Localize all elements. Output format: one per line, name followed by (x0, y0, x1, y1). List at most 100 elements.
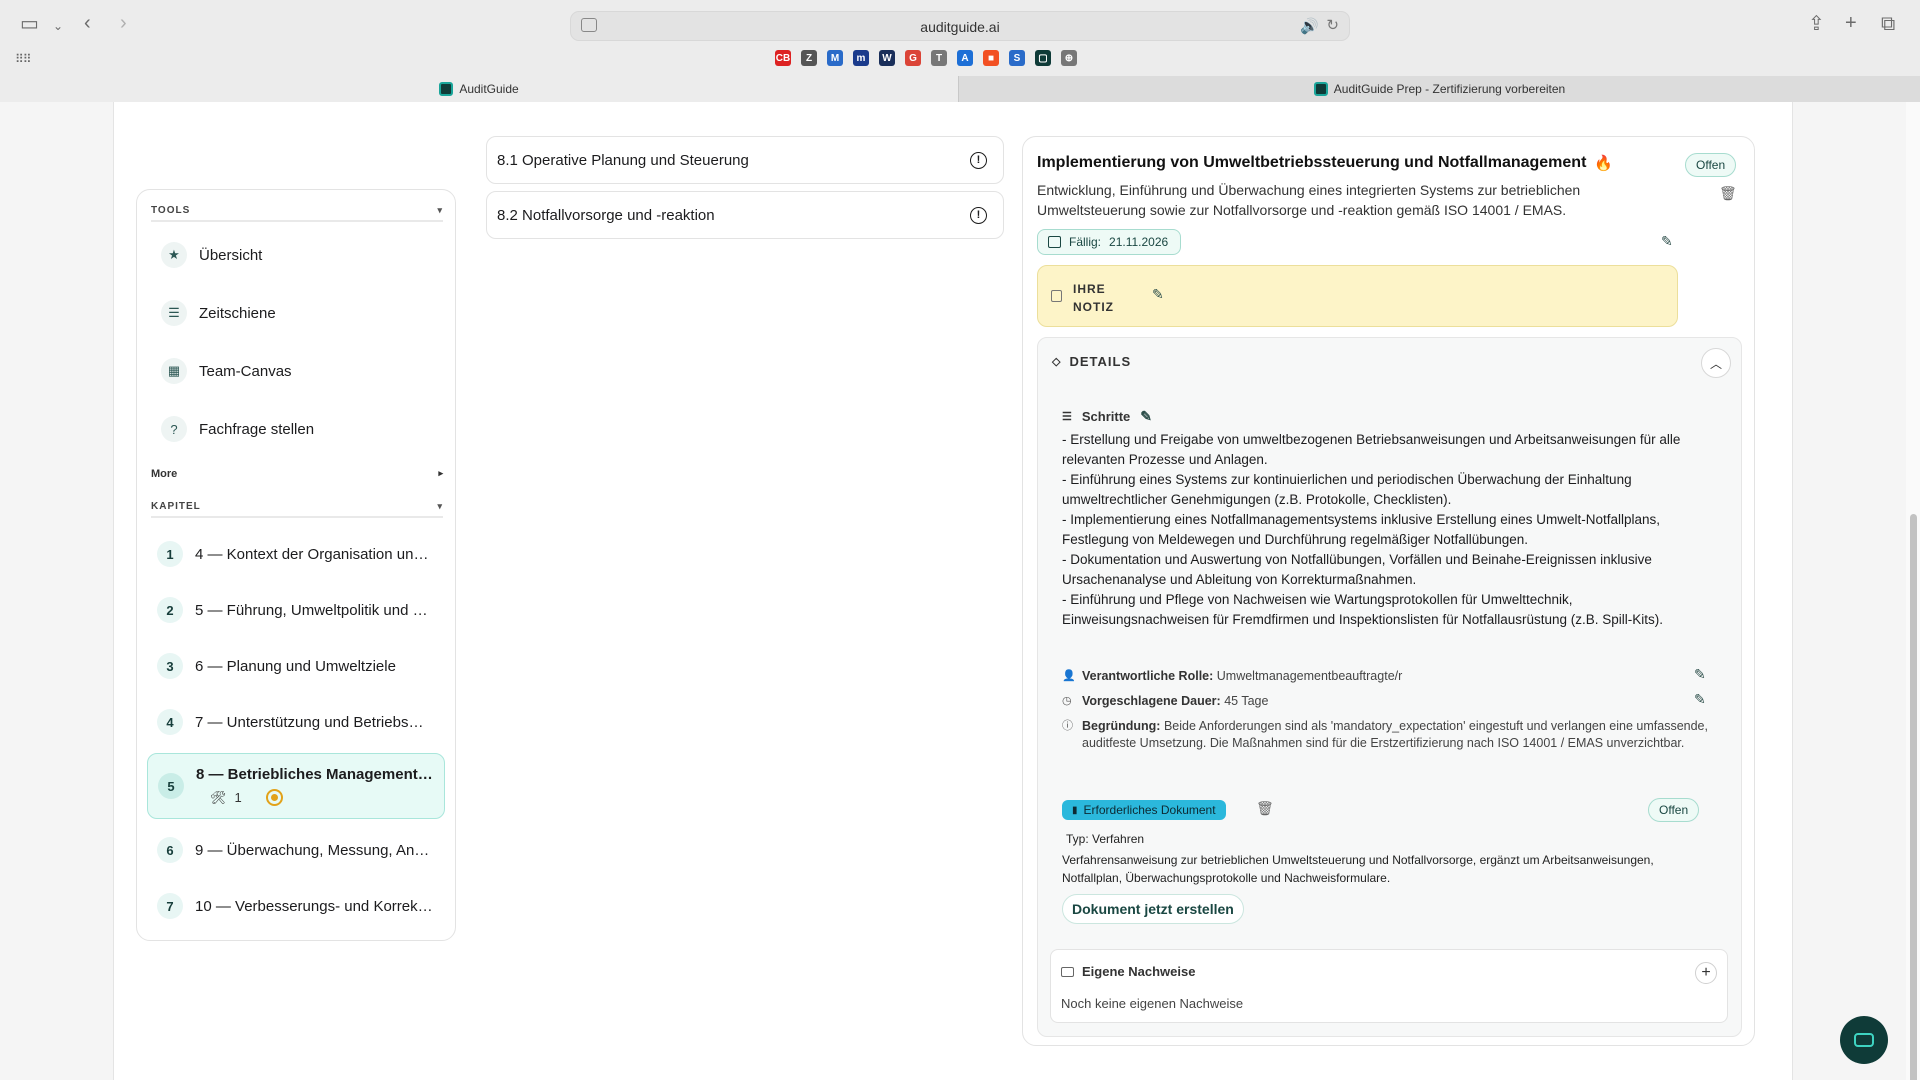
reload-icon[interactable]: ↻ (1326, 16, 1339, 34)
steps-header: ☰ Schritte ✎ (1062, 408, 1152, 425)
favorites-bar: CB Z Mm W G T A ■ S ▢ ⊕ (775, 50, 1077, 66)
calendar-icon (1048, 236, 1061, 248)
edit-pencil-icon[interactable]: ✎ (1694, 666, 1706, 683)
info-icon[interactable]: ! (970, 206, 987, 224)
url-text: auditguide.ai (920, 19, 1000, 35)
subsection-label: 8.1 Operative Planung und Steuerung (497, 151, 749, 169)
tool-team-canvas[interactable]: ▦ Team-Canvas (151, 347, 443, 395)
subsection-card[interactable]: 8.2 Notfallvorsorge und -reaktion ! (486, 191, 1004, 239)
edit-pencil-icon[interactable]: ✎ (1661, 233, 1673, 250)
chevron-down-icon[interactable]: ⌄ (53, 16, 63, 36)
tab-auditguide-prep[interactable]: AuditGuide Prep - Zertifizierung vorbere… (958, 76, 1920, 102)
chapter-label: 6 — Planung und Umweltziele (195, 657, 396, 675)
a-icon[interactable]: A (957, 50, 973, 66)
m-icon[interactable]: M (827, 50, 843, 66)
role-label: Verantwortliche Rolle: (1082, 669, 1214, 683)
trash-icon[interactable]: 🗑 (1256, 800, 1274, 817)
chapters-section-header[interactable]: KAPITEL ▾ (151, 496, 443, 518)
doc-status-badge[interactable]: Offen (1648, 798, 1700, 822)
chapter-item[interactable]: 4 7 — Unterstützung und Betriebsmit... (147, 697, 445, 747)
forward-icon[interactable]: › (120, 13, 127, 33)
sidebar: TOOLS ▾ ★ Übersicht ☰ Zeitschiene ▦ Team… (136, 189, 456, 941)
caret-right-icon: ▸ (438, 468, 443, 478)
caret-down-icon[interactable]: ▾ (437, 501, 443, 512)
measure-description: Entwicklung, Einführung und Überwachung … (1037, 182, 1581, 218)
info-circle-icon: ⓘ (1062, 720, 1073, 732)
edit-pencil-icon[interactable]: ✎ (1152, 286, 1164, 303)
collapse-chevron-icon[interactable]: ︿ (1701, 348, 1731, 378)
reason-value: Beide Anforderungen sind als 'mandatory_… (1082, 719, 1708, 750)
sidebar-toggle-icon[interactable]: ▭ (20, 14, 39, 34)
chapter-number: 1 (157, 541, 183, 567)
details-header-label: DETAILS (1069, 354, 1132, 369)
edit-pencil-icon[interactable]: ✎ (1694, 691, 1706, 708)
share-icon[interactable]: ⇪ (1808, 14, 1825, 34)
auditguide-favicon-icon (1313, 82, 1328, 96)
w-icon[interactable]: W (879, 50, 895, 66)
globe-icon[interactable]: ⊕ (1061, 50, 1077, 66)
info-icon[interactable]: ! (970, 151, 987, 169)
note-box[interactable]: IHRE NOTIZ ✎ (1037, 265, 1678, 327)
tool-overview[interactable]: ★ Übersicht (151, 231, 443, 279)
more-toggle[interactable]: More ▸ (151, 468, 443, 480)
subsection-card[interactable]: 8.1 Operative Planung und Steuerung ! (486, 136, 1004, 184)
tool-ask-question[interactable]: ? Fachfrage stellen (151, 405, 443, 453)
chapter-item-active[interactable]: 5 8 — Betriebliches Management un... 🛠 1 (147, 753, 445, 819)
new-tab-icon[interactable]: + (1845, 13, 1857, 33)
apps-grid-icon[interactable]: ⠿⠿ (15, 52, 32, 66)
ag-icon[interactable]: ▢ (1035, 50, 1051, 66)
create-document-button[interactable]: Dokument jetzt erstellen (1062, 894, 1244, 924)
tab-auditguide[interactable]: AuditGuide (0, 76, 958, 102)
due-date-badge[interactable]: Fällig: 21.11.2026 (1037, 229, 1182, 255)
reason-row: ⓘ Begründung: Beide Anforderungen sind a… (1062, 718, 1712, 752)
chapter-number: 2 (157, 597, 183, 623)
chapter-number: 4 (157, 709, 183, 735)
chat-button[interactable] (1840, 1016, 1888, 1064)
back-icon[interactable]: ‹ (84, 13, 91, 33)
measure-title-row: Implementierung von Umweltbetriebssteuer… (1037, 154, 1613, 172)
edit-pencil-icon[interactable]: ✎ (1140, 408, 1152, 425)
auditguide-favicon-icon (439, 82, 454, 96)
tools-count: 1 (234, 790, 242, 805)
doc-description: Verfahrensanweisung zur betrieblichen Um… (1062, 853, 1654, 885)
steps-icon: ☰ (1062, 411, 1072, 423)
reason-label: Begründung: (1082, 719, 1161, 733)
tab-overview-icon[interactable]: ⧉ (1881, 14, 1895, 34)
status-badge[interactable]: Offen (1685, 153, 1737, 177)
more-label: More (151, 468, 178, 480)
trash-icon[interactable]: 🗑 (1719, 185, 1737, 202)
browser-chrome: ▭ ⌄ ‹ › auditguide.ai 🔊 ↻ ⇪ + ⧉ ⠿⠿ CB Z Mm… (0, 0, 1920, 102)
audio-icon[interactable]: 🔊 (1300, 17, 1319, 35)
t-icon[interactable]: T (931, 50, 947, 66)
duration-label: Vorgeschlagene Dauer: (1082, 694, 1221, 708)
cb-icon[interactable]: CB (775, 50, 791, 66)
measure-detail-card: Implementierung von Umweltbetriebssteuer… (1022, 136, 1755, 1046)
expand-icon: ◇ (1052, 356, 1062, 368)
duration-row: ◷ Vorgeschlagene Dauer: 45 Tage (1062, 693, 1712, 710)
chapter-label: 4 — Kontext der Organisation und ... (195, 545, 433, 563)
caret-down-icon[interactable]: ▾ (437, 205, 443, 216)
tools-section-header[interactable]: TOOLS ▾ (151, 200, 443, 222)
google-icon[interactable]: G (905, 50, 921, 66)
ms-icon[interactable]: ■ (983, 50, 999, 66)
tool-label: Team-Canvas (199, 362, 292, 380)
chapter-item[interactable]: 2 5 — Führung, Umweltpolitik und Ve... (147, 585, 445, 635)
z-icon[interactable]: Z (801, 50, 817, 66)
chapter-item[interactable]: 7 10 — Verbesserungs- und Korrektu... (147, 881, 445, 931)
chapters-header-label: KAPITEL (151, 500, 201, 512)
address-bar[interactable]: auditguide.ai 🔊 ↻ (570, 11, 1350, 41)
m2-icon[interactable]: m (853, 50, 869, 66)
tool-timeline[interactable]: ☰ Zeitschiene (151, 289, 443, 337)
s-icon[interactable]: S (1009, 50, 1025, 66)
details-header[interactable]: ◇ DETAILS (1052, 354, 1131, 369)
required-document-badge: ▮ Erforderliches Dokument (1062, 800, 1226, 820)
tool-label: Fachfrage stellen (199, 420, 315, 438)
add-evidence-button[interactable]: + (1695, 962, 1717, 984)
chapter-item[interactable]: 6 9 — Überwachung, Messung, Analy... (147, 825, 445, 875)
scrollbar-thumb[interactable] (1910, 514, 1917, 1080)
scrollbar-track[interactable] (1906, 102, 1920, 1080)
doc-type: Typ: Verfahren (1066, 832, 1145, 846)
chapter-item[interactable]: 1 4 — Kontext der Organisation und ... (147, 529, 445, 579)
chapter-item[interactable]: 3 6 — Planung und Umweltziele (147, 641, 445, 691)
fire-icon: 🔥 (1594, 155, 1614, 172)
